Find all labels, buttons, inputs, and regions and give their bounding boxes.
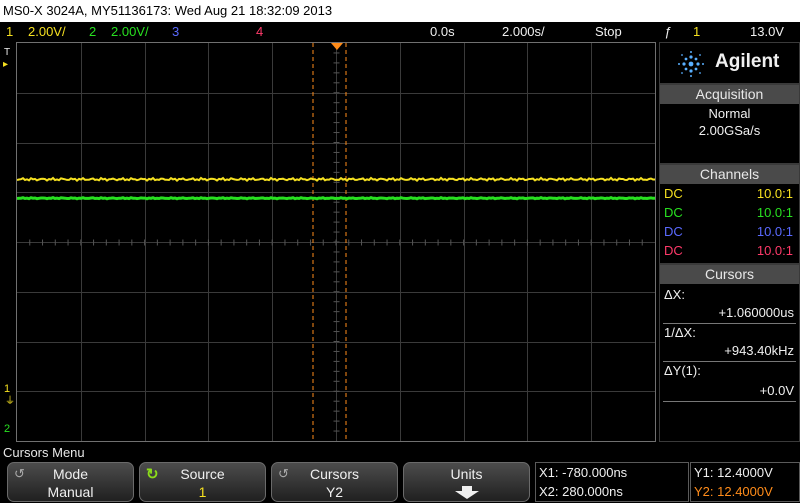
brand-name: Agilent — [715, 51, 780, 72]
channel-coupling: DC — [664, 186, 683, 201]
waveform-display[interactable]: T ▸ 1 ⏚ 2 — [3, 42, 656, 442]
cursors-header: Cursors — [660, 265, 799, 284]
ch4-number[interactable]: 4 — [256, 22, 263, 42]
softkey-source-label: Source — [180, 466, 225, 482]
channel-coupling: DC — [664, 205, 683, 220]
softkey-units-label: Units — [450, 466, 483, 482]
trigger-source[interactable]: 1 — [693, 22, 700, 42]
trigger-level-arrow-icon[interactable]: ▸ — [3, 59, 8, 70]
delta-y-value: +0.0V — [759, 383, 794, 398]
ch2-scale[interactable]: 2.00V/ — [111, 22, 149, 42]
ch2-number[interactable]: 2 — [89, 22, 96, 42]
softkey-units[interactable]: Units — [403, 462, 530, 502]
status-row: 1 2.00V/ 2 2.00V/ 3 4 0.0s 2.000s/ Stop … — [0, 22, 800, 42]
channel-row[interactable]: DC 10.0:1 — [660, 203, 799, 222]
channel-coupling: DC — [664, 224, 683, 239]
trigger-position-marker[interactable] — [331, 43, 343, 50]
channel-probe-ratio: 10.0:1 — [756, 205, 793, 220]
sample-rate: 2.00GSa/s — [698, 123, 761, 138]
cursor-x-readout[interactable]: X1: -780.000ns X2: 280.000ns — [535, 462, 689, 502]
channels-header: Channels — [660, 165, 799, 184]
ch3-number[interactable]: 3 — [172, 22, 179, 42]
channel-probe-ratio: 10.0:1 — [756, 224, 793, 239]
softkey-cursors-value: Y2 — [325, 484, 344, 500]
trigger-level[interactable]: 13.0V — [750, 22, 784, 42]
y1-readout: Y1: 12.4000V — [694, 465, 773, 480]
divider — [663, 323, 796, 324]
side-panel: Agilent Acquisition Normal 2.00GSa/s Cha… — [659, 42, 800, 442]
trigger-edge-icon: ƒ — [664, 24, 672, 39]
brand-box: Agilent — [659, 42, 800, 84]
divider — [663, 401, 796, 402]
softkey-cursors-label: Cursors — [309, 466, 359, 482]
softkey-mode[interactable]: ↺ Mode Manual — [7, 462, 134, 502]
time-scale[interactable]: 2.000s/ — [502, 22, 545, 42]
acquisition-mode: Normal — [708, 106, 751, 121]
cursor-y-readout[interactable]: Y1: 12.4000V Y2: 12.4000V — [690, 462, 800, 502]
y2-readout: Y2: 12.4000V — [694, 484, 773, 499]
ch1-ground-icon: ⏚ — [5, 396, 15, 407]
trigger-marker-label: T — [4, 47, 11, 58]
time-delay[interactable]: 0.0s — [430, 22, 455, 42]
channel-probe-ratio: 10.0:1 — [756, 186, 793, 201]
x2-readout: X2: 280.000ns — [539, 484, 623, 499]
ch2-trace — [17, 195, 655, 201]
graticule-svg — [17, 43, 655, 441]
delta-y-label: ΔY(1): — [664, 363, 701, 378]
acquisition-box: Acquisition Normal 2.00GSa/s — [659, 84, 800, 164]
run-state: Stop — [595, 24, 622, 39]
instrument-title: MS0-X 3024A, MY51136173: Wed Aug 21 18:3… — [0, 0, 800, 22]
menu-title: Cursors Menu — [3, 445, 85, 460]
divider — [663, 361, 796, 362]
softkey-source[interactable]: ↻ Source 1 — [139, 462, 266, 502]
inv-delta-x-value: +943.40kHz — [724, 343, 794, 358]
channel-row[interactable]: DC 10.0:1 — [660, 184, 799, 203]
softkey-mode-label: Mode — [52, 466, 89, 482]
delta-x-value: +1.060000us — [718, 305, 794, 320]
cursors-box: Cursors ΔX: +1.060000us 1/ΔX: +943.40kHz… — [659, 264, 800, 442]
acquisition-header: Acquisition — [660, 85, 799, 104]
softkey-cursors[interactable]: ↺ Cursors Y2 — [271, 462, 398, 502]
softkey-mode-value: Manual — [47, 484, 94, 500]
channels-box: Channels DC 10.0:1 DC 10.0:1 DC 10.0:1 DC 10.0:… — [659, 164, 800, 264]
inv-delta-x-label: 1/ΔX: — [664, 325, 696, 340]
channel-row[interactable]: DC 10.0:1 — [660, 241, 799, 260]
ch1-scale[interactable]: 2.00V/ — [28, 22, 66, 42]
softkey-source-value: 1 — [198, 484, 207, 500]
channel-coupling: DC — [664, 243, 683, 258]
ch1-number[interactable]: 1 — [6, 22, 13, 42]
agilent-spark-icon — [678, 51, 704, 77]
delta-x-label: ΔX: — [664, 287, 685, 302]
x1-readout: X1: -780.000ns — [539, 465, 628, 480]
submenu-arrow-icon — [455, 486, 479, 499]
ch2-ground-marker[interactable]: 2 — [4, 423, 10, 435]
channel-row[interactable]: DC 10.0:1 — [660, 222, 799, 241]
channel-probe-ratio: 10.0:1 — [756, 243, 793, 258]
